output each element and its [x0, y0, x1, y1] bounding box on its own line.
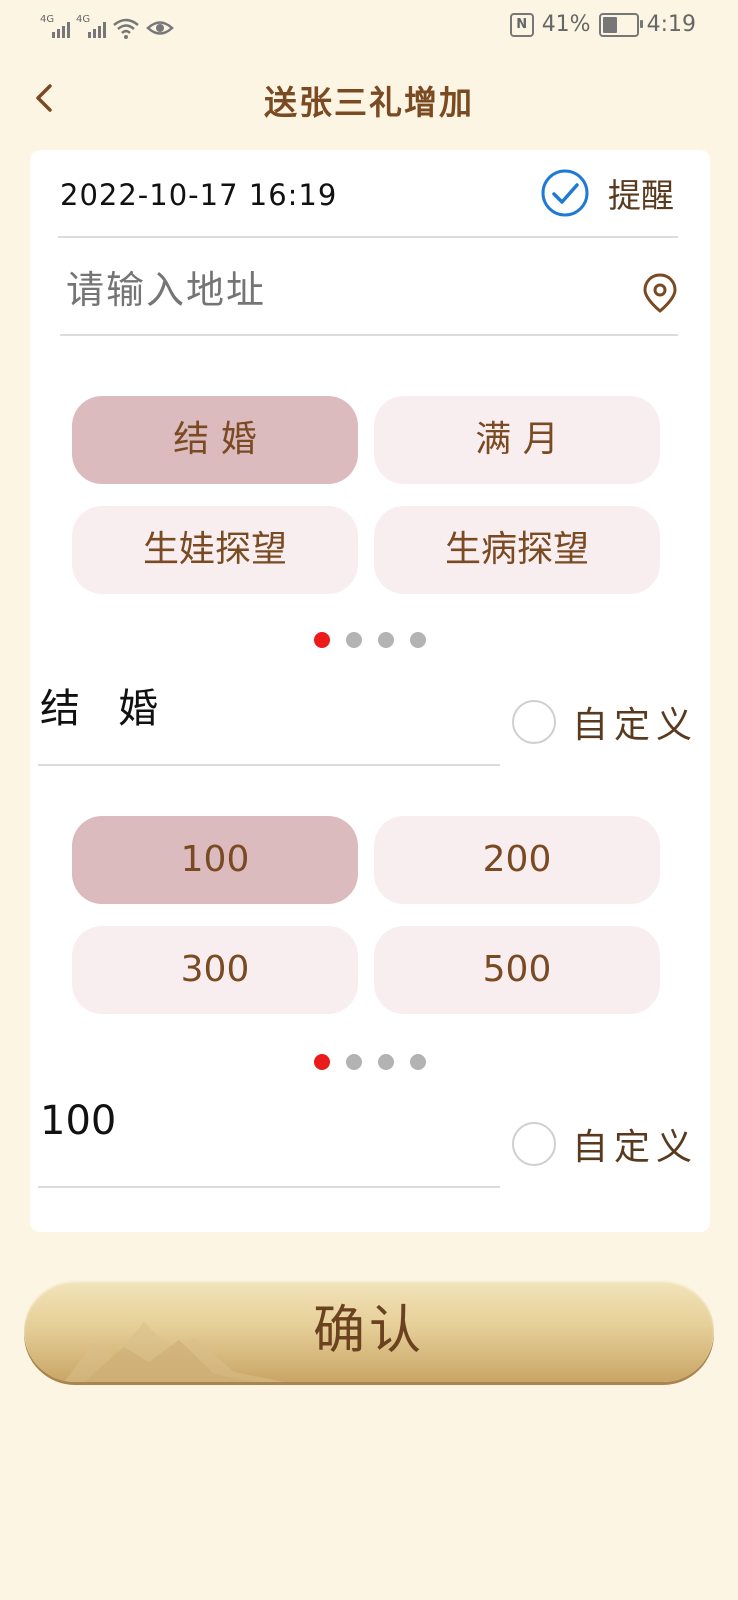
- radio-button[interactable]: [511, 1122, 556, 1166]
- page-dot[interactable]: [346, 1054, 362, 1070]
- amount-option[interactable]: 100: [72, 816, 358, 904]
- page-title: 送张三礼增加: [264, 83, 474, 122]
- eye-icon: [146, 21, 174, 35]
- form-card: 2022-10-17 16:19 提醒 结 婚 满 月 生娃探望 生病探望 结 …: [30, 150, 710, 1232]
- amount-option[interactable]: 200: [374, 816, 660, 904]
- status-right: N 41% 4:19: [509, 12, 696, 37]
- remind-label: 提醒: [608, 176, 674, 215]
- page-dot[interactable]: [378, 1054, 394, 1070]
- page-dot[interactable]: [410, 632, 426, 648]
- header: 送张三礼增加: [0, 62, 738, 136]
- page-dot[interactable]: [410, 1054, 426, 1070]
- datetime-field[interactable]: 2022-10-17 16:19: [60, 178, 337, 212]
- battery-icon: [598, 12, 643, 37]
- wifi-icon: [113, 18, 139, 39]
- page-dot-active[interactable]: [314, 1054, 330, 1070]
- divider: [58, 236, 678, 238]
- nfc-icon: N: [509, 12, 534, 37]
- location-pin-icon[interactable]: [640, 272, 680, 314]
- battery-percent: 41%: [541, 12, 591, 37]
- page-dot-active[interactable]: [314, 632, 330, 648]
- confirm-label: 确认: [312, 1301, 425, 1361]
- occasion-option[interactable]: 生娃探望: [72, 506, 358, 594]
- occasion-page-indicator: [30, 632, 710, 648]
- status-bar: 4G 4G N 41% 4:19: [0, 0, 738, 52]
- amount-option[interactable]: 300: [72, 926, 358, 1014]
- radio-button[interactable]: [511, 700, 556, 744]
- custom-label: 自定义: [571, 705, 698, 746]
- occasion-custom-option[interactable]: 自定义: [511, 696, 698, 748]
- amount-page-indicator: [30, 1054, 710, 1070]
- amount-custom-option[interactable]: 自定义: [511, 1118, 698, 1170]
- divider: [60, 334, 678, 336]
- check-circle-icon[interactable]: [540, 168, 590, 218]
- divider: [38, 1186, 500, 1188]
- amount-input[interactable]: 100: [40, 1098, 116, 1144]
- remind-toggle[interactable]: 提醒: [540, 168, 674, 218]
- status-left: 4G 4G: [40, 12, 174, 40]
- occasion-input[interactable]: 结 婚: [40, 676, 158, 734]
- occasion-option[interactable]: 生病探望: [374, 506, 660, 594]
- divider: [38, 764, 500, 766]
- occasion-option[interactable]: 满 月: [374, 396, 660, 484]
- occasion-option[interactable]: 结 婚: [72, 396, 358, 484]
- clock: 4:19: [646, 12, 696, 37]
- page-dot[interactable]: [378, 632, 394, 648]
- amount-option[interactable]: 500: [374, 926, 660, 1014]
- page-dot[interactable]: [346, 632, 362, 648]
- signal-icon: 4G: [40, 14, 70, 40]
- confirm-button[interactable]: 确认: [24, 1280, 714, 1382]
- custom-label: 自定义: [571, 1127, 698, 1168]
- signal-icon: 4G: [76, 14, 106, 40]
- address-input[interactable]: [66, 268, 626, 312]
